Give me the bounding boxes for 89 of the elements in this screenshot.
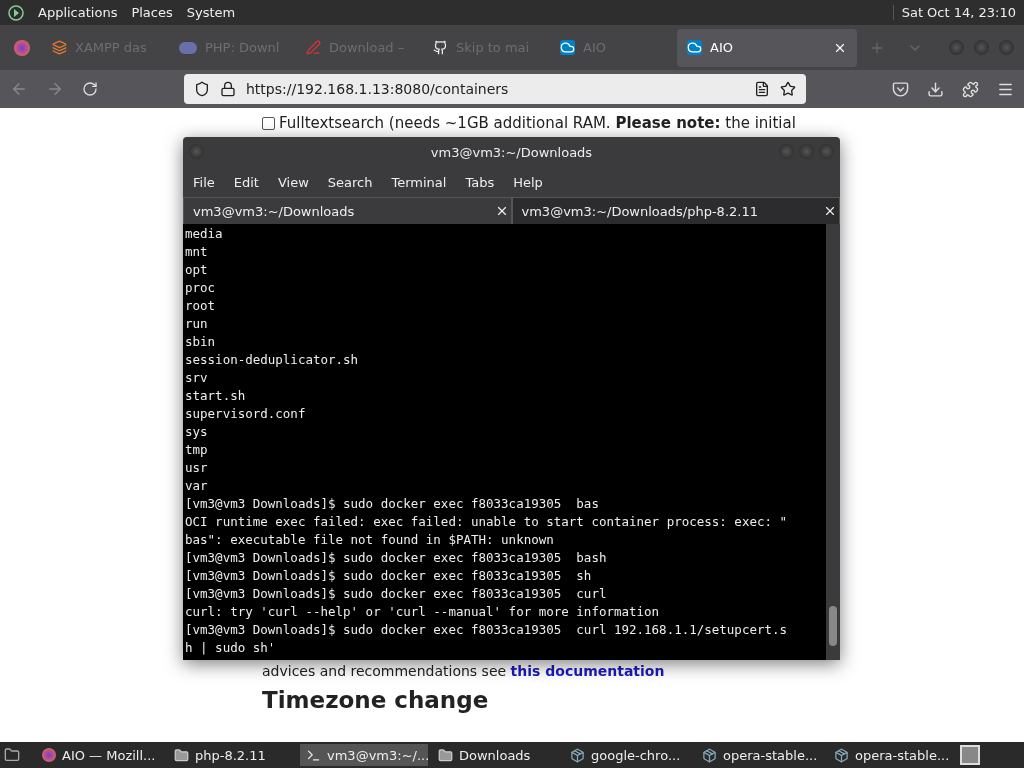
terminal-line: proc [184,279,217,297]
terminal-line: curl: try 'curl --help' or 'curl --manual' for more information [184,603,661,621]
taskbar-item[interactable]: vm3@vm3:~/... [300,744,428,766]
window-button[interactable] [779,144,794,159]
pen-icon [306,40,321,55]
terminal-line: run [184,315,209,333]
package-icon [570,747,585,763]
scrollbar-thumb[interactable] [829,606,837,646]
terminal-icon [306,747,321,763]
panel-menu[interactable]: Places [131,5,173,20]
show-desktop-icon[interactable] [4,747,20,763]
terminal-line: OCI runtime exec failed: exec failed: unable to start container process: exec: " [184,513,789,531]
terminal-line: sbin [184,333,217,351]
cloud-icon [687,40,702,55]
terminal-line: h | sudo sh' [184,639,277,657]
browser-tab[interactable]: AIO [677,28,857,67]
terminal-line: [vm3@vm3 Downloads]$ sudo docker exec f8033ca19305 curl [184,585,608,603]
window-button[interactable] [189,144,204,159]
menu-item[interactable]: Edit [233,174,259,190]
window-button[interactable] [799,144,814,159]
extensions-icon[interactable] [962,80,979,98]
menu-item[interactable]: Tabs [465,174,495,190]
terminal-line: media [184,225,224,243]
workspace-icon[interactable] [960,745,980,765]
forward-icon[interactable] [46,80,64,98]
terminal-line: mnt [184,243,209,261]
address-bar[interactable]: https://192.168.1.13:8080/containers [184,74,806,104]
section-heading: Timezone change [262,687,490,713]
terminal-tab[interactable]: vm3@vm3:~/Downloads [183,197,512,224]
package-icon [834,747,849,763]
clock: Sat Oct 14, 23:10 [892,5,1016,20]
stack-icon [52,40,67,55]
taskbar-item[interactable]: google-chro... [564,744,692,766]
terminal-line: [vm3@vm3 Downloads]$ sudo docker exec f8033ca19305 bash [184,549,608,567]
folder-icon [174,747,189,763]
panel-menu[interactable]: Applications [38,5,118,20]
terminal-line: bas": executable file not found in $PATH: unknown [184,531,555,549]
terminal-line: srv [184,369,209,387]
taskbar-item[interactable]: Downloads [432,744,560,766]
lock-icon [220,81,236,97]
terminal-line: opt [184,261,209,279]
scrollbar[interactable] [826,224,840,660]
terminal-line: usr [184,459,209,477]
documentation-link[interactable]: this documentation [510,663,665,679]
terminal-line: [vm3@vm3 Downloads]$ sudo docker exec f8033ca19305 curl 192.168.1.1/setupcert.s [184,621,789,639]
reload-icon[interactable] [82,81,98,97]
url-text: https://192.168.1.13:8080/containers [246,81,510,97]
terminal-line: supervisord.conf [184,405,307,423]
download-icon[interactable] [927,80,944,98]
distro-logo-icon [8,4,24,21]
terminal-line: root [184,297,217,315]
window-title: vm3@vm3:~/Downloads [430,144,593,160]
taskbar-item[interactable]: php-8.2.11 [168,744,296,766]
terminal-line: var [184,477,209,495]
taskbar-item[interactable]: opera-stable... [828,744,956,766]
folder-icon [438,747,453,763]
close-icon[interactable] [823,204,837,218]
reader-icon[interactable] [754,81,770,97]
back-icon[interactable] [10,80,28,98]
menu-item[interactable]: View [277,174,309,190]
panel-menu[interactable]: System [186,5,236,20]
terminal-line: [vm3@vm3 Downloads]$ sudo docker exec f8033ca19305 sh [184,567,593,585]
terminal-line: tmp [184,441,209,459]
terminal-line: session-deduplicator.sh [184,351,360,369]
menu-item[interactable]: Search [327,174,373,190]
browser-icon[interactable] [14,39,30,56]
terminal-line: [vm3@vm3 Downloads]$ sudo docker exec f8033ca19305 bas [184,495,600,513]
star-icon[interactable] [780,81,796,97]
terminal-tab[interactable]: vm3@vm3:~/Downloads/php-8.2.11 [511,197,840,224]
pocket-icon[interactable] [892,80,909,98]
window-button[interactable] [974,40,989,55]
browser-icon [42,748,56,762]
menu-item[interactable]: Help [513,174,543,190]
taskbar-item[interactable]: AIO — Mozill... [36,744,164,766]
shield-icon [194,81,210,97]
terminal-line: sys [184,423,209,441]
menu-item[interactable]: File [193,174,215,190]
window-button[interactable] [949,40,964,55]
taskbar-item[interactable]: opera-stable... [696,744,824,766]
menu-item[interactable]: Terminal [391,174,447,190]
cloud-icon [560,40,575,55]
checkbox[interactable] [262,116,275,130]
checkbox-label: Fulltextsearch (needs ~1GB additional RAM. Please note: the initial [279,114,796,132]
window-button[interactable] [819,144,834,159]
github-icon [433,40,448,55]
terminal-line: start.sh [184,387,247,405]
window-button[interactable] [999,40,1014,55]
package-icon [702,747,717,763]
advice-text: advices and recommendations see this documentation [262,663,666,679]
